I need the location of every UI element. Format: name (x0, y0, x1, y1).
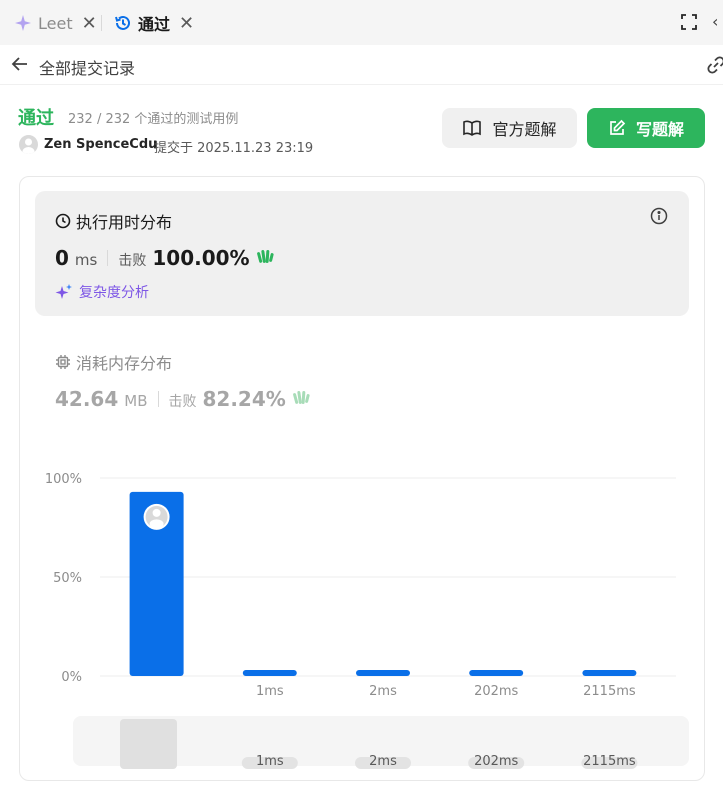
complexity-label: 复杂度分析 (79, 285, 149, 301)
memory-unit: MB (124, 392, 148, 410)
runtime-title-text: 执行用时分布 (76, 213, 173, 232)
username[interactable]: Zen SpenceCdu (44, 137, 157, 152)
fullscreen-icon[interactable] (680, 13, 698, 31)
range-selector[interactable] (73, 716, 689, 766)
clap-icon (291, 388, 311, 410)
sparkle-icon (55, 284, 72, 299)
write-solution-label: 写题解 (635, 120, 684, 139)
divider (107, 250, 109, 266)
link-icon[interactable] (707, 56, 723, 74)
tab-divider (101, 15, 102, 31)
memory-stats[interactable]: 42.64 MB 击败 82.24% (55, 387, 311, 411)
runtime-unit: ms (74, 251, 98, 269)
clap-icon (255, 247, 275, 269)
all-submissions-link[interactable]: 全部提交记录 (39, 55, 135, 79)
status-label: 通过 (18, 108, 54, 129)
submit-time: 提交于 2025.11.23 23:19 (154, 141, 314, 156)
runtime-value: 0 (55, 246, 69, 270)
official-solution-label: 官方题解 (492, 120, 557, 139)
memory-title-text: 消耗内存分布 (76, 354, 173, 373)
info-icon[interactable] (650, 207, 668, 225)
runtime-panel[interactable]: 执行用时分布 0 ms 击败 100.00% 复杂度分析 (35, 191, 689, 316)
test-cases-count: 232 / 232 个通过的测试用例 (68, 112, 239, 127)
official-solution-button[interactable]: 官方题解 (442, 108, 577, 148)
submission-nav: 全部提交记录 (0, 45, 723, 85)
beat-label: 击败 (168, 394, 197, 410)
runtime-title: 执行用时分布 (55, 209, 172, 233)
tab-leet[interactable]: Leet ✕ (14, 10, 97, 36)
divider (157, 391, 159, 407)
sparkle-icon (14, 14, 32, 32)
history-icon (114, 14, 132, 32)
write-solution-button[interactable]: 写题解 (587, 108, 705, 148)
avatar[interactable] (19, 135, 38, 154)
runtime-beat-value: 100.00% (152, 246, 250, 270)
tab-pass-label: 通过 (138, 15, 171, 34)
memory-value: 42.64 (55, 387, 119, 411)
tab-bar: Leet ✕ 通过 ✕ ‹ (0, 0, 723, 45)
clock-icon (55, 213, 71, 229)
beat-label: 击败 (118, 253, 147, 269)
memory-title[interactable]: 消耗内存分布 (55, 350, 172, 374)
tab-pass[interactable]: 通过 ✕ (114, 10, 194, 36)
edit-icon (610, 119, 626, 135)
tab-leet-label: Leet (38, 13, 73, 33)
runtime-stats: 0 ms 击败 100.00% (55, 246, 275, 270)
back-arrow-icon[interactable] (10, 54, 30, 74)
chevron-left-icon[interactable]: ‹ (712, 12, 718, 31)
book-icon (463, 120, 482, 136)
complexity-analysis-link[interactable]: 复杂度分析 (55, 282, 149, 302)
close-icon[interactable]: ✕ (82, 13, 97, 34)
close-icon[interactable]: ✕ (179, 13, 194, 34)
memory-beat-value: 82.24% (202, 387, 286, 411)
chip-icon (56, 355, 70, 369)
